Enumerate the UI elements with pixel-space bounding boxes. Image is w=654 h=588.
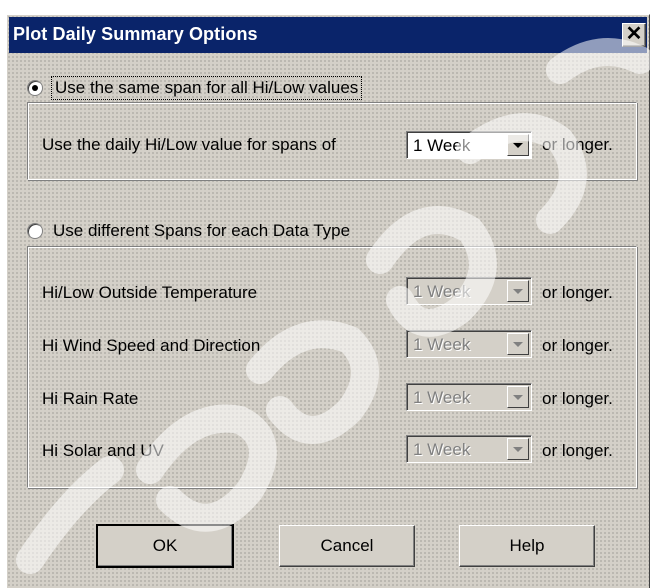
chevron-down-icon[interactable] [507,333,529,355]
ok-button[interactable]: OK [96,524,234,568]
chevron-down-icon[interactable] [507,386,529,408]
rain-span-select[interactable]: 1 Week [406,383,532,411]
wind-span-select[interactable]: 1 Week [406,330,532,358]
solar-span-value: 1 Week [413,440,471,459]
daily-span-label: Use the daily Hi/Low value for spans of [42,135,336,154]
radio-same-span[interactable]: Use the same span for all Hi/Low values [27,76,363,100]
help-button[interactable]: Help [459,525,595,567]
radio-same-span-indicator[interactable] [27,80,43,96]
dialog-title: Plot Daily Summary Options [13,24,258,44]
temp-span-label: Hi/Low Outside Temperature [42,283,258,302]
wind-span-value: 1 Week [413,335,471,354]
daily-span-suffix: or longer. [542,135,613,154]
solar-span-select[interactable]: 1 Week [406,435,532,463]
temp-span-value: 1 Week [413,282,471,301]
rain-span-suffix: or longer. [542,389,613,408]
wind-span-label: Hi Wind Speed and Direction [42,336,261,355]
temp-span-suffix: or longer. [542,283,613,302]
cancel-button[interactable]: Cancel [279,525,415,567]
different-spans-group: Hi/Low Outside Temperature 1 Week or lon… [27,246,637,488]
chevron-down-icon[interactable] [507,438,529,460]
close-button[interactable]: ✕ [622,23,646,47]
radio-different-spans-indicator[interactable] [27,223,43,239]
same-span-group: Use the daily Hi/Low value for spans of … [27,102,637,180]
radio-different-spans-label: Use different Spans for each Data Type [53,221,351,240]
close-icon: ✕ [625,23,643,45]
title-bar[interactable]: Plot Daily Summary Options ✕ [9,17,647,53]
rain-span-value: 1 Week [413,388,471,407]
wind-span-suffix: or longer. [542,336,613,355]
plot-daily-summary-dialog: Plot Daily Summary Options ✕ Use the sam… [6,14,650,588]
rain-span-label: Hi Rain Rate [42,389,139,408]
solar-span-suffix: or longer. [542,441,613,460]
chevron-down-icon[interactable] [507,280,529,302]
radio-different-spans[interactable]: Use different Spans for each Data Type [27,221,350,241]
daily-span-select[interactable]: 1 Week [406,131,532,159]
daily-span-value: 1 Week [413,136,471,155]
chevron-down-icon[interactable] [507,134,529,156]
radio-same-span-label: Use the same span for all Hi/Low values [50,76,363,100]
temp-span-select[interactable]: 1 Week [406,277,532,305]
solar-span-label: Hi Solar and UV [42,441,164,460]
